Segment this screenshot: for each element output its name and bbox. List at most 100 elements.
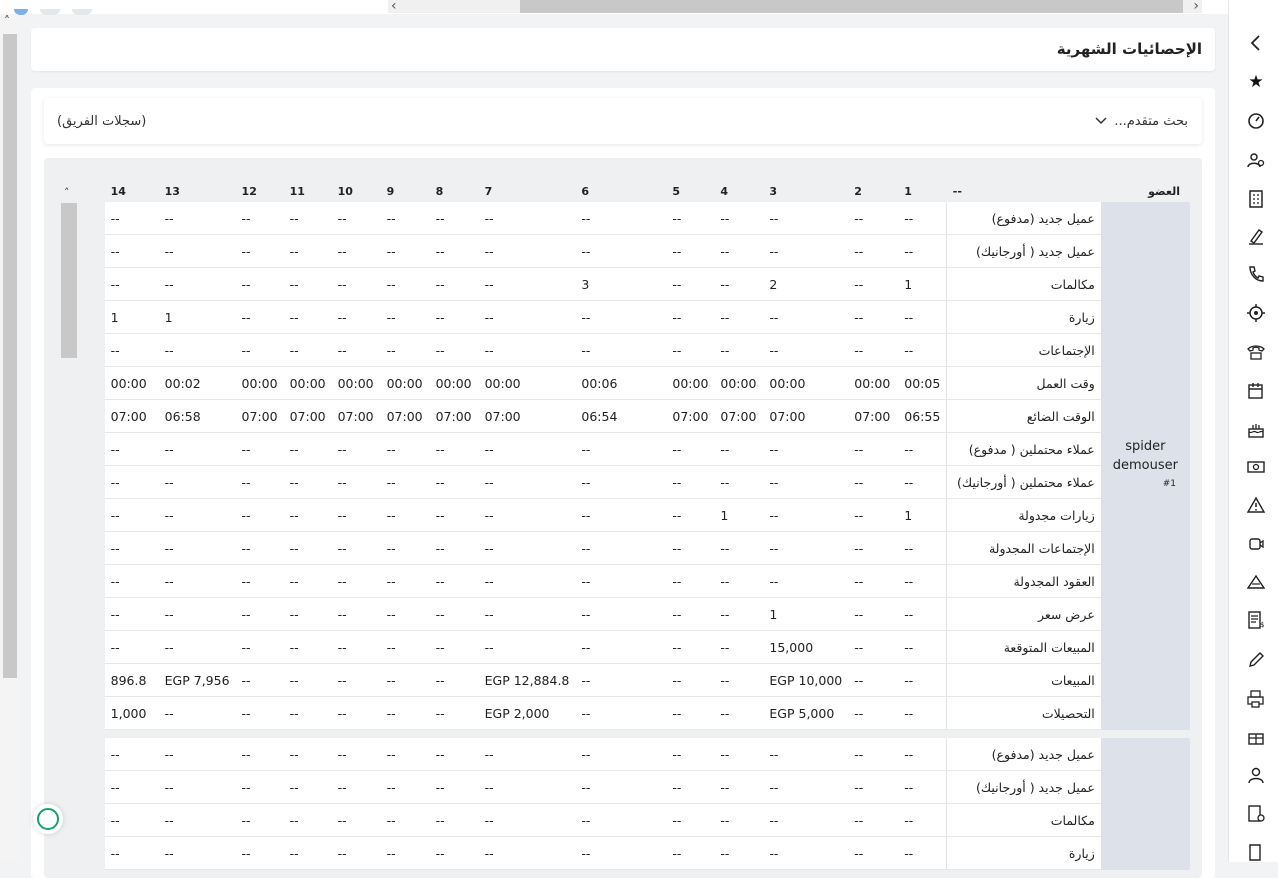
scroll-left-icon[interactable]: ‹ — [391, 0, 397, 14]
day-column-header: 14 — [110, 184, 126, 198]
horizontal-scroll-thumb[interactable] — [520, 0, 1183, 13]
stat-cell: -- — [331, 630, 381, 664]
gift-icon[interactable] — [1244, 725, 1268, 749]
print-icon[interactable] — [1244, 687, 1268, 711]
target-icon[interactable] — [1244, 301, 1268, 325]
stat-cell: -- — [898, 202, 947, 235]
table-vertical-scrollbar[interactable] — [61, 203, 77, 878]
stat-cell: -- — [331, 531, 381, 565]
member-cell[interactable]: spider demouser #1 — [1100, 202, 1190, 730]
stat-cell: -- — [331, 770, 381, 804]
stat-cell: -- — [714, 202, 764, 235]
day-column-header: 13 — [164, 184, 180, 198]
page-scroll-thumb[interactable] — [3, 34, 17, 678]
stat-cell: -- — [478, 564, 576, 598]
stat-cell: -- — [763, 770, 849, 804]
stat-cell: EGP 2,000 — [478, 696, 576, 730]
stat-cell: -- — [104, 267, 159, 301]
stat-cell: -- — [380, 465, 430, 499]
stat-cell: -- — [429, 531, 479, 565]
chevron-left-icon[interactable] — [1244, 31, 1268, 55]
video-icon[interactable] — [1244, 532, 1268, 556]
stat-cell: -- — [380, 696, 430, 730]
stat-cell: -- — [380, 202, 430, 235]
metric-label: الوقت الضائع — [946, 399, 1101, 433]
stat-cell: -- — [104, 770, 159, 804]
team-records-label: (سجلات الفريق) — [57, 114, 147, 129]
stat-cell: -- — [575, 630, 667, 664]
table-row: عميل جديد ( أورجانيك) -- -- -- -- -- -- -- -- -- -… — [104, 770, 1190, 804]
table-scroll-up-icon[interactable]: ˄ — [64, 186, 70, 199]
stat-cell: -- — [380, 630, 430, 664]
table-row: عملاء محتملين ( مدفوع) -- -- -- -- -- -- -- -- --… — [104, 432, 1190, 466]
calendar-icon[interactable] — [1244, 379, 1268, 403]
stat-cell: 07:00 — [666, 399, 715, 433]
stat-cell: -- — [158, 803, 236, 837]
table-row: عميل جديد ( أورجانيك) -- -- -- -- -- -- -- -- -- -… — [104, 234, 1190, 268]
stat-cell: -- — [235, 531, 284, 565]
stat-cell: -- — [429, 202, 479, 235]
stat-cell: -- — [283, 803, 332, 837]
horizontal-scrollbar[interactable]: ‹ › — [388, 0, 1202, 14]
member-cell[interactable] — [1100, 738, 1190, 870]
day-column-header: 1 — [904, 184, 912, 198]
stat-cell: -- — [380, 597, 430, 631]
stat-cell: -- — [158, 465, 236, 499]
advanced-search-toggle[interactable]: بحث متقدم... — [1095, 114, 1188, 129]
stat-cell: -- — [158, 770, 236, 804]
stat-cell: -- — [763, 738, 849, 771]
cake-icon[interactable] — [1244, 418, 1268, 442]
building-icon[interactable] — [1244, 187, 1268, 211]
stat-cell: -- — [158, 696, 236, 730]
metric-label: عميل جديد (مدفوع) — [946, 202, 1101, 235]
stat-cell: -- — [714, 770, 764, 804]
stat-cell: -- — [478, 333, 576, 367]
scroll-up-icon[interactable]: ˄ — [4, 14, 10, 28]
money-icon[interactable] — [1244, 455, 1268, 479]
stat-cell: -- — [478, 738, 576, 771]
star-icon[interactable]: ★ — [1244, 70, 1268, 94]
stat-cell: -- — [666, 465, 715, 499]
stat-cell: -- — [848, 738, 899, 771]
book-icon[interactable] — [1244, 840, 1268, 864]
stat-cell: -- — [848, 597, 899, 631]
stat-cell: -- — [235, 564, 284, 598]
metric-label: زيارة — [946, 836, 1101, 870]
invoice-icon[interactable]: $ — [1244, 608, 1268, 632]
dashboard-icon[interactable] — [1244, 108, 1268, 132]
stat-cell: -- — [429, 498, 479, 532]
stat-cell: -- — [575, 432, 667, 466]
stat-cell: -- — [429, 564, 479, 598]
warning-icon[interactable] — [1244, 493, 1268, 517]
triangle-icon[interactable] — [1244, 570, 1268, 594]
stat-cell: 07:00 — [714, 399, 764, 433]
stat-cell: -- — [898, 234, 947, 268]
filter-bar: بحث متقدم... (سجلات الفريق) — [44, 98, 1202, 144]
stat-cell: -- — [478, 836, 576, 870]
stat-cell: -- — [104, 465, 159, 499]
stat-cell: -- — [848, 696, 899, 730]
stat-cell: -- — [666, 564, 715, 598]
metric-label: الإجتماعات — [946, 333, 1101, 367]
phone-icon[interactable] — [1244, 262, 1268, 286]
table-scroll-thumb[interactable] — [61, 203, 77, 358]
stat-cell: -- — [158, 267, 236, 301]
pen-signature-icon[interactable] — [1244, 224, 1268, 248]
stat-cell: -- — [283, 432, 332, 466]
telephone-icon[interactable] — [1244, 340, 1268, 364]
stat-cell: -- — [104, 202, 159, 235]
edit-icon[interactable] — [1244, 648, 1268, 672]
top-tabs-partial — [14, 0, 104, 15]
stat-cell: -- — [429, 432, 479, 466]
stat-cell: -- — [158, 432, 236, 466]
stat-cell: -- — [666, 498, 715, 532]
monthly-stats-table: العضو -- 1 2 3 4 5 6 7 8 9 10 11 12 13 14 spider demo… — [104, 180, 1190, 870]
chat-button[interactable] — [33, 804, 63, 834]
stat-cell: -- — [158, 234, 236, 268]
day-column-header: 3 — [769, 184, 778, 198]
report-icon[interactable] — [1244, 802, 1268, 826]
users-icon[interactable] — [1244, 148, 1268, 172]
user-icon[interactable] — [1244, 763, 1268, 787]
scroll-right-icon[interactable]: › — [1193, 0, 1199, 14]
page-vertical-scrollbar[interactable]: ˄ — [0, 14, 18, 862]
